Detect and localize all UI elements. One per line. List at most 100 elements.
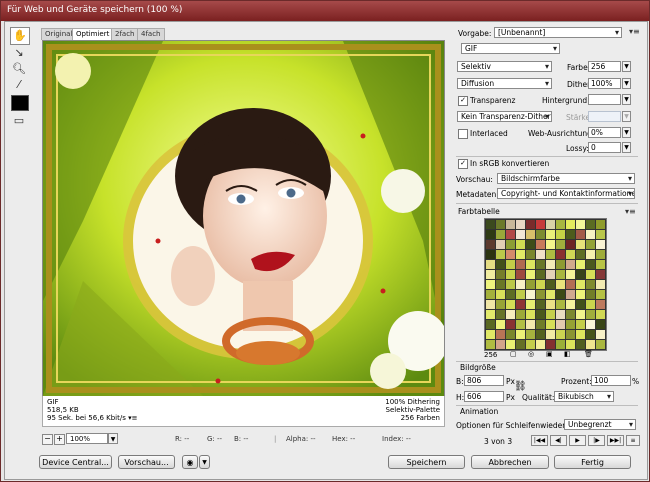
preset-select[interactable]: [Unbenannt] [494,27,622,38]
next-frame-button[interactable]: |▶ [588,435,605,446]
color-swatch[interactable] [496,270,505,279]
color-swatch[interactable] [576,300,585,309]
color-swatch[interactable] [516,260,525,269]
color-swatch[interactable] [586,280,595,289]
color-swatch[interactable] [486,220,495,229]
slice-select-tool-icon[interactable]: ↘ [10,45,28,61]
color-swatch[interactable] [516,310,525,319]
web-snap-dropdown-icon[interactable]: ▼ [622,127,631,138]
color-swatch[interactable] [546,290,555,299]
colors-dropdown-icon[interactable]: ▼ [622,61,631,72]
color-swatch[interactable] [506,330,515,339]
color-swatch[interactable] [486,250,495,259]
color-swatch[interactable] [536,340,545,349]
color-swatch[interactable] [556,280,565,289]
color-swatch[interactable] [526,310,535,319]
color-swatch[interactable] [506,320,515,329]
color-swatch[interactable] [546,270,555,279]
dither-dropdown-icon[interactable]: ▼ [622,78,631,89]
color-swatch[interactable] [566,230,575,239]
color-swatch[interactable] [566,270,575,279]
eyedropper-tool-icon[interactable]: ⁄ [10,77,28,93]
percent-field[interactable]: 100 [591,375,631,386]
color-swatch[interactable] [546,330,555,339]
image-preview[interactable] [42,40,445,397]
tab-4up[interactable]: 4fach [137,28,165,40]
srgb-checkbox[interactable]: ✓ [458,159,468,169]
color-swatch[interactable] [516,220,525,229]
color-swatch[interactable] [556,290,565,299]
color-swatch[interactable] [596,340,605,349]
lossy-field[interactable]: 0 [588,142,621,153]
color-swatch[interactable] [586,300,595,309]
color-swatch[interactable] [576,320,585,329]
color-swatch[interactable] [536,220,545,229]
color-swatch[interactable] [496,330,505,339]
web-snap-field[interactable]: 0% [588,127,621,138]
color-swatch[interactable] [596,220,605,229]
color-swatch[interactable] [576,330,585,339]
color-swatch[interactable] [536,230,545,239]
color-swatch[interactable] [516,290,525,299]
zoom-dropdown-arrow-icon[interactable]: ▼ [108,433,118,444]
eyedropper-color-swatch[interactable] [11,95,29,111]
zoom-level-field[interactable]: 100% [66,433,108,444]
delete-color-icon[interactable]: 🗑︎ [584,350,593,358]
zoom-out-button[interactable]: − [42,434,53,445]
color-swatch[interactable] [506,270,515,279]
browser-icon[interactable]: ◉ [182,455,198,469]
color-swatch[interactable] [566,260,575,269]
color-swatch[interactable] [526,250,535,259]
color-swatch[interactable] [526,320,535,329]
constrain-link-icon[interactable]: ⛓ [514,381,527,392]
color-swatch[interactable] [576,230,585,239]
matte-field[interactable] [588,94,621,105]
color-swatch[interactable] [496,300,505,309]
color-swatch[interactable] [556,240,565,249]
color-reduction-select[interactable]: Selektiv [457,61,552,72]
color-swatch[interactable] [546,310,555,319]
color-swatch[interactable] [596,240,605,249]
color-swatch[interactable] [586,220,595,229]
color-swatch[interactable] [526,280,535,289]
color-swatch[interactable] [566,290,575,299]
color-swatch[interactable] [566,280,575,289]
color-swatch[interactable] [506,280,515,289]
color-swatch[interactable] [586,330,595,339]
color-swatch[interactable] [516,240,525,249]
color-swatch[interactable] [566,250,575,259]
color-swatch[interactable] [486,240,495,249]
optimize-menu-icon[interactable]: ▾≡ [629,27,640,36]
done-button[interactable]: Fertig [554,455,631,469]
color-swatch[interactable] [496,250,505,259]
color-swatch[interactable] [586,240,595,249]
transparency-dither-select[interactable]: Kein Transparenz-Dither [457,111,552,122]
color-swatch[interactable] [486,340,495,349]
color-swatch[interactable] [556,310,565,319]
color-swatch[interactable] [556,300,565,309]
color-swatch[interactable] [496,260,505,269]
color-swatch[interactable] [516,280,525,289]
tab-optimized[interactable]: Optimiert [72,28,114,40]
previous-frame-button[interactable]: ◀| [550,435,567,446]
color-swatch[interactable] [496,340,505,349]
color-swatch[interactable] [566,300,575,309]
color-table[interactable] [484,218,607,351]
color-swatch[interactable] [536,300,545,309]
color-swatch[interactable] [586,270,595,279]
color-swatch[interactable] [556,340,565,349]
color-swatch[interactable] [536,290,545,299]
width-field[interactable]: 806 [464,375,504,386]
loop-select[interactable]: Unbegrenzt [564,419,636,430]
color-swatch[interactable] [526,330,535,339]
color-swatch[interactable] [546,280,555,289]
color-swatch[interactable] [496,280,505,289]
color-swatch[interactable] [486,290,495,299]
color-swatch[interactable] [566,340,575,349]
color-swatch[interactable] [496,290,505,299]
color-swatch[interactable] [536,240,545,249]
color-swatch[interactable] [506,300,515,309]
color-swatch[interactable] [576,290,585,299]
color-swatch[interactable] [596,320,605,329]
lossy-dropdown-icon[interactable]: ▼ [622,142,631,153]
